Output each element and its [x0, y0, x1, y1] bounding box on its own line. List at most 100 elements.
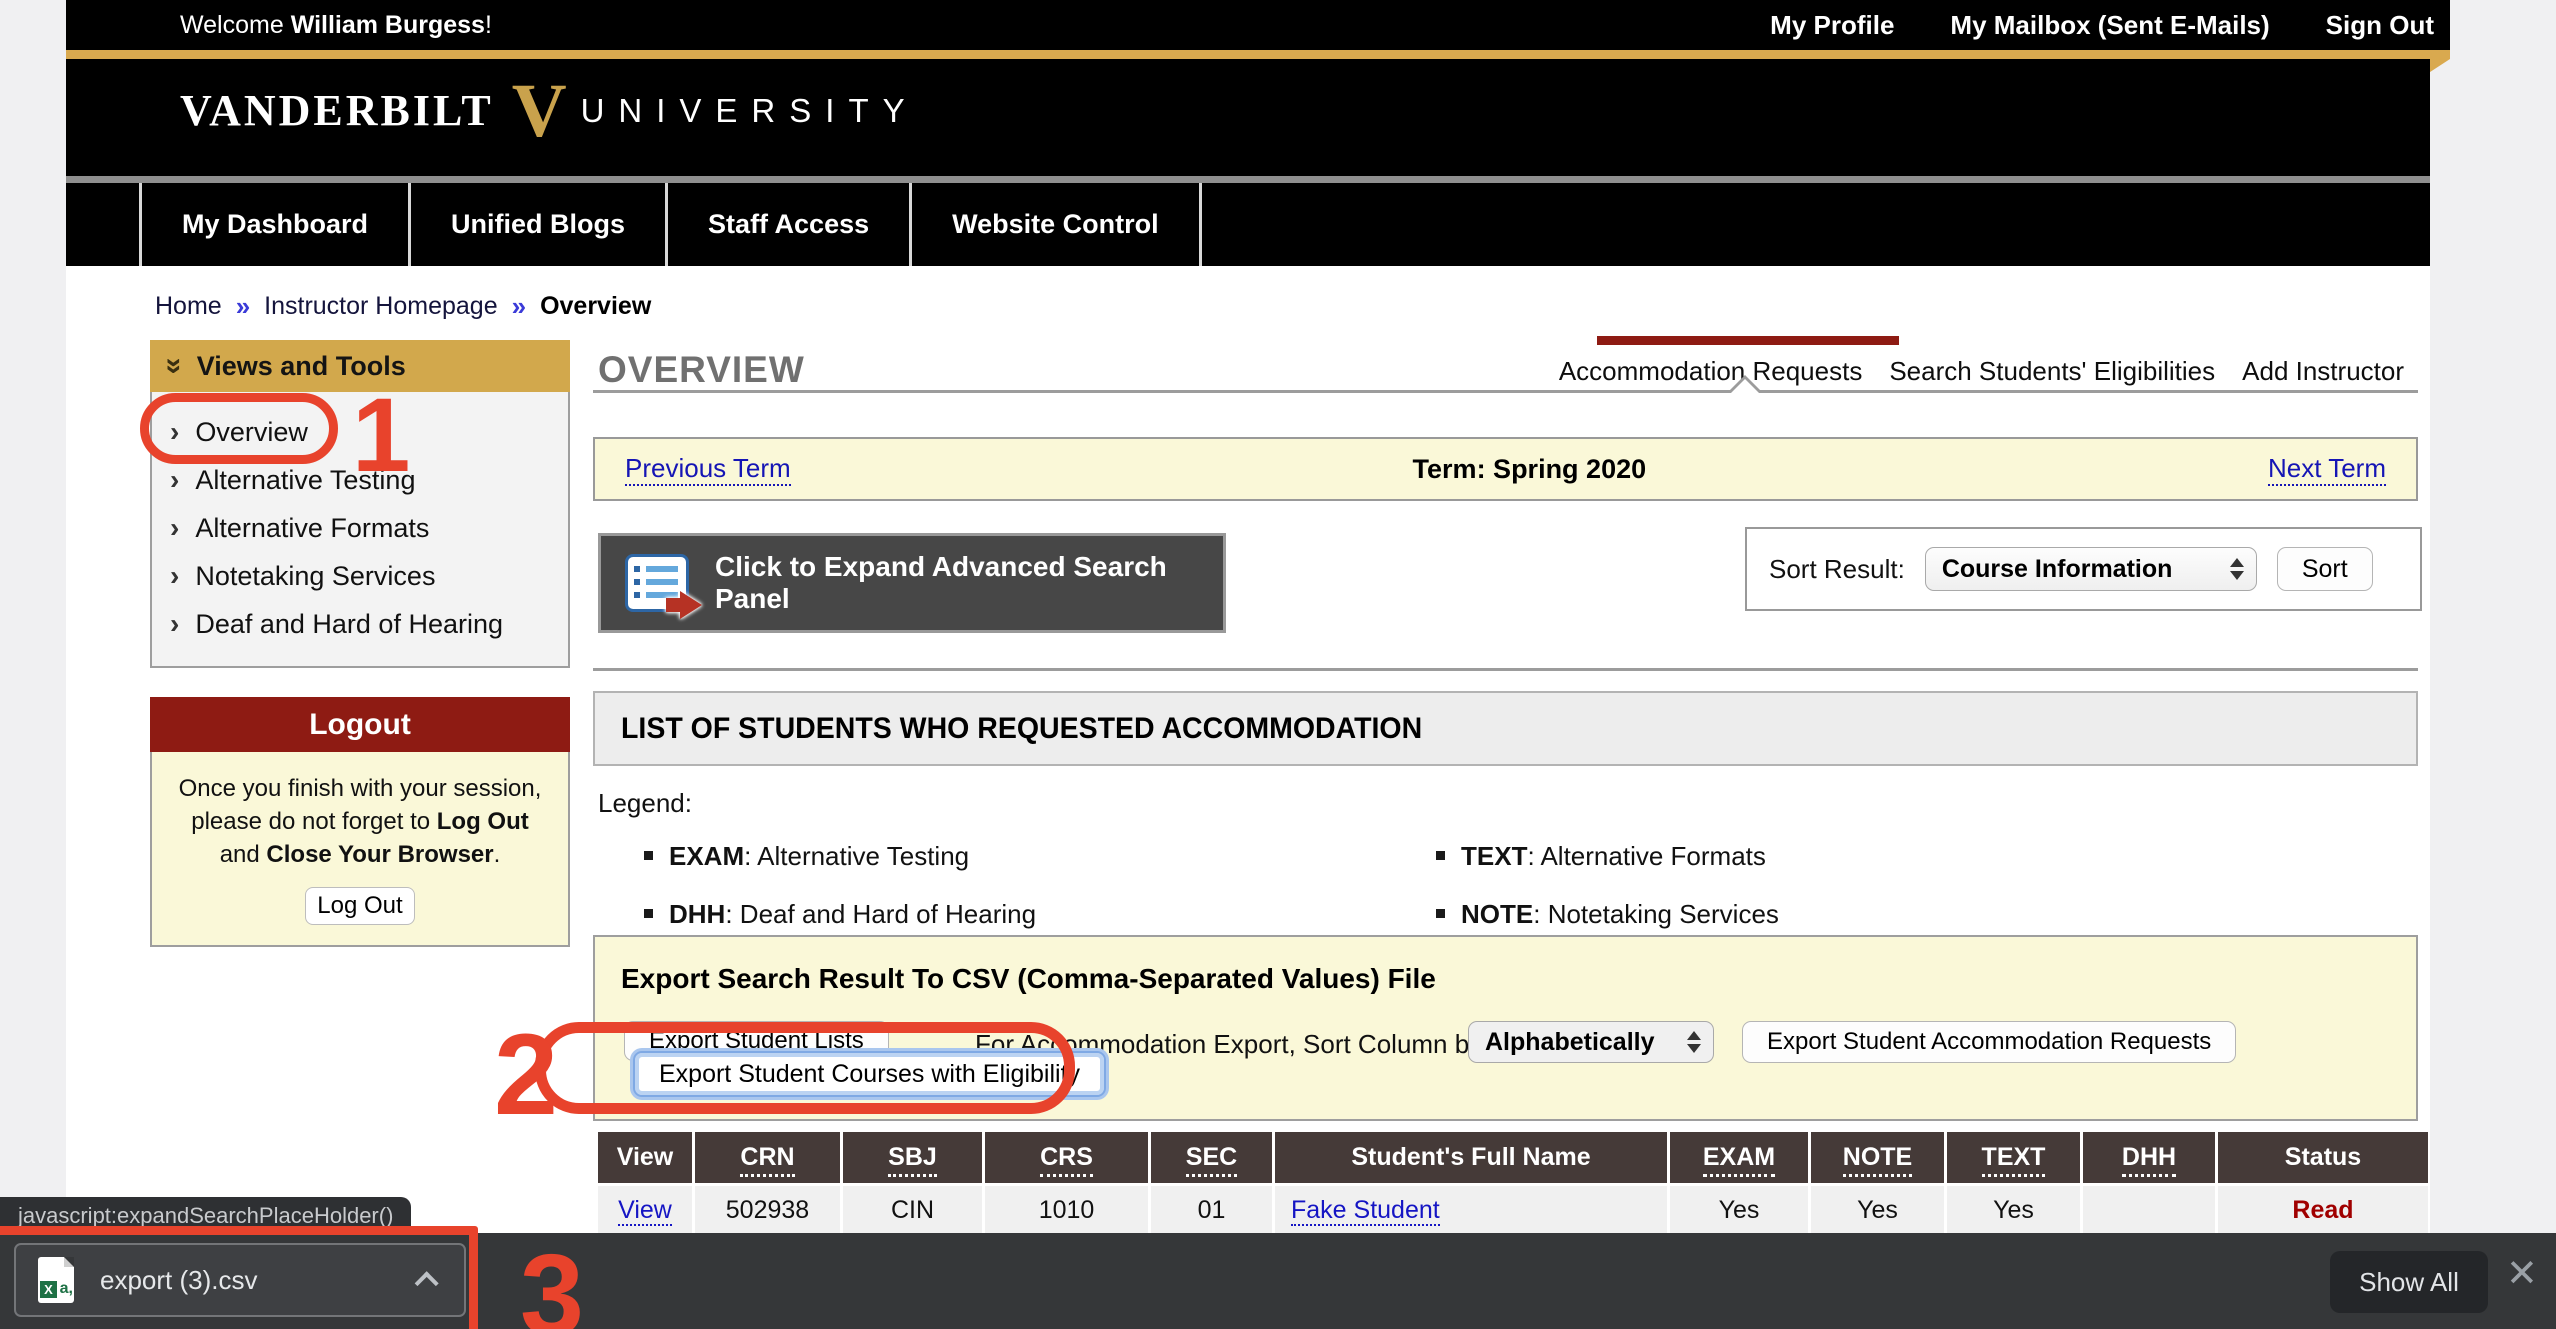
cell-crs: 1010	[985, 1186, 1151, 1234]
logo-wordmark-right: UNIVERSITY	[581, 92, 919, 130]
user-name: William Burgess	[291, 11, 485, 39]
bullet-icon	[1436, 909, 1445, 918]
expand-advanced-search-button[interactable]: Click to Expand Advanced Search Panel	[598, 533, 1226, 633]
col-view: View	[598, 1132, 695, 1186]
sidebar-item-notetaking-services[interactable]: › Notetaking Services	[152, 552, 568, 600]
active-tab-caret	[1731, 379, 1759, 393]
logo-band: VANDERBILT V UNIVERSITY	[66, 59, 2430, 176]
tab-accommodation-requests[interactable]: Accommodation Requests	[1559, 356, 1862, 387]
chevron-right-icon: ›	[170, 562, 179, 590]
sign-out-link[interactable]: Sign Out	[2326, 10, 2434, 41]
close-icon[interactable]: ✕	[2506, 1255, 2538, 1293]
annotation-number-2: 2	[494, 1018, 558, 1133]
cell-crn: 502938	[695, 1186, 843, 1234]
cell-exam: Yes	[1670, 1186, 1811, 1234]
view-link[interactable]: View	[618, 1196, 672, 1226]
chevron-right-icon: »	[236, 291, 250, 322]
breadcrumb-home[interactable]: Home	[155, 292, 222, 321]
page-title: OVERVIEW	[598, 349, 805, 391]
current-term-label: Term: Spring 2020	[791, 454, 2268, 485]
sort-result-label: Sort Result:	[1769, 554, 1905, 585]
legend: Legend: EXAM: Alternative Testing TEXT: …	[598, 788, 2136, 930]
account-links: My Profile My Mailbox (Sent E-Mails) Sig…	[1770, 10, 2434, 41]
legend-item-exam: EXAM: Alternative Testing	[644, 841, 1436, 872]
legend-item-note: NOTE: Notetaking Services	[1436, 899, 2136, 930]
search-panel-icon	[625, 554, 689, 612]
screen: Welcome William Burgess! My Profile My M…	[0, 0, 2556, 1329]
tab-underline	[593, 390, 2418, 393]
breadcrumb-instructor-homepage[interactable]: Instructor Homepage	[264, 292, 497, 321]
logo-wordmark-left: VANDERBILT	[180, 85, 494, 136]
annotation-ring-step3	[0, 1226, 478, 1329]
tab-bar: Accommodation Requests Search Students' …	[1559, 356, 2404, 387]
nav-item-my-dashboard[interactable]: My Dashboard	[142, 183, 408, 266]
cell-note: Yes	[1811, 1186, 1947, 1234]
table-header-row: View CRN SBJ CRS SEC Student's Full Name…	[598, 1132, 2428, 1186]
double-chevron-down-icon: »	[157, 358, 191, 375]
section-divider	[593, 668, 2418, 671]
nav-item-staff-access[interactable]: Staff Access	[668, 183, 909, 266]
my-profile-link[interactable]: My Profile	[1770, 10, 1894, 41]
export-sort-select[interactable]: Alphabetically	[1468, 1021, 1714, 1063]
col-crs[interactable]: CRS	[985, 1132, 1151, 1186]
sidebar-item-deaf-and-hard-of-hearing[interactable]: › Deaf and Hard of Hearing	[152, 600, 568, 648]
students-table: View CRN SBJ CRS SEC Student's Full Name…	[598, 1132, 2428, 1234]
sidebar-item-alternative-formats[interactable]: › Alternative Formats	[152, 504, 568, 552]
nav-item-unified-blogs[interactable]: Unified Blogs	[411, 183, 665, 266]
sort-button[interactable]: Sort	[2277, 547, 2373, 591]
bullet-icon	[1436, 851, 1445, 860]
logout-body: Once you finish with your session, pleas…	[150, 752, 570, 947]
cell-sbj: CIN	[843, 1186, 985, 1234]
legend-item-text: TEXT: Alternative Formats	[1436, 841, 2136, 872]
col-note[interactable]: NOTE	[1811, 1132, 1947, 1186]
list-section-header: LIST OF STUDENTS WHO REQUESTED ACCOMMODA…	[593, 691, 2418, 766]
log-out-button[interactable]: Log Out	[305, 887, 415, 925]
table-row: View 502938 CIN 1010 01 Fake Student Yes…	[598, 1186, 2428, 1234]
student-name-link[interactable]: Fake Student	[1291, 1196, 1440, 1226]
export-accommodation-requests-button[interactable]: Export Student Accommodation Requests	[1742, 1021, 2236, 1063]
tab-search-students-eligibilities[interactable]: Search Students' Eligibilities	[1889, 356, 2215, 387]
annotation-number-1: 1	[352, 383, 410, 488]
breadcrumb-overview: Overview	[540, 292, 651, 321]
vanderbilt-logo: VANDERBILT V UNIVERSITY	[180, 66, 919, 156]
col-dhh[interactable]: DHH	[2083, 1132, 2218, 1186]
select-spinner-icon	[1687, 1031, 1701, 1053]
next-term-link[interactable]: Next Term	[2268, 453, 2386, 486]
active-tab-indicator	[1597, 336, 1899, 345]
col-exam[interactable]: EXAM	[1670, 1132, 1811, 1186]
nav-item-website-control[interactable]: Website Control	[912, 183, 1199, 266]
previous-term-link[interactable]: Previous Term	[625, 453, 791, 486]
sort-result-select[interactable]: Course Information	[1925, 547, 2257, 591]
chevron-right-icon: ›	[170, 514, 179, 542]
cell-text: Yes	[1947, 1186, 2083, 1234]
red-arrow-icon	[680, 591, 702, 619]
col-status: Status	[2218, 1132, 2428, 1186]
logout-header: Logout	[150, 697, 570, 752]
header-divider	[66, 176, 2430, 183]
cell-sec: 01	[1151, 1186, 1275, 1234]
annotation-ring-step1	[140, 393, 338, 464]
nav-separator	[1199, 183, 1202, 266]
cell-dhh	[2083, 1186, 2218, 1234]
sort-result-box: Sort Result: Course Information Sort	[1745, 527, 2422, 611]
show-all-button[interactable]: Show All	[2330, 1251, 2488, 1313]
my-mailbox-link[interactable]: My Mailbox (Sent E-Mails)	[1950, 10, 2269, 41]
bullet-icon	[644, 851, 653, 860]
legend-item-dhh: DHH: Deaf and Hard of Hearing	[644, 899, 1436, 930]
breadcrumb: Home » Instructor Homepage » Overview	[155, 291, 651, 322]
col-text[interactable]: TEXT	[1947, 1132, 2083, 1186]
bullet-icon	[644, 909, 653, 918]
select-spinner-icon	[2230, 558, 2244, 580]
col-crn[interactable]: CRN	[695, 1132, 843, 1186]
welcome-message: Welcome William Burgess!	[180, 11, 492, 40]
chevron-right-icon: ›	[170, 610, 179, 638]
chevron-right-icon: ›	[170, 466, 179, 494]
gold-ribbon-corner-right	[2427, 59, 2450, 74]
col-sbj[interactable]: SBJ	[843, 1132, 985, 1186]
legend-label: Legend:	[598, 788, 2136, 819]
logout-box: Logout Once you finish with your session…	[150, 697, 570, 947]
tab-add-instructor[interactable]: Add Instructor	[2242, 356, 2404, 387]
col-sec[interactable]: SEC	[1151, 1132, 1275, 1186]
col-student-name: Student's Full Name	[1275, 1132, 1670, 1186]
chevron-right-icon: »	[512, 291, 526, 322]
